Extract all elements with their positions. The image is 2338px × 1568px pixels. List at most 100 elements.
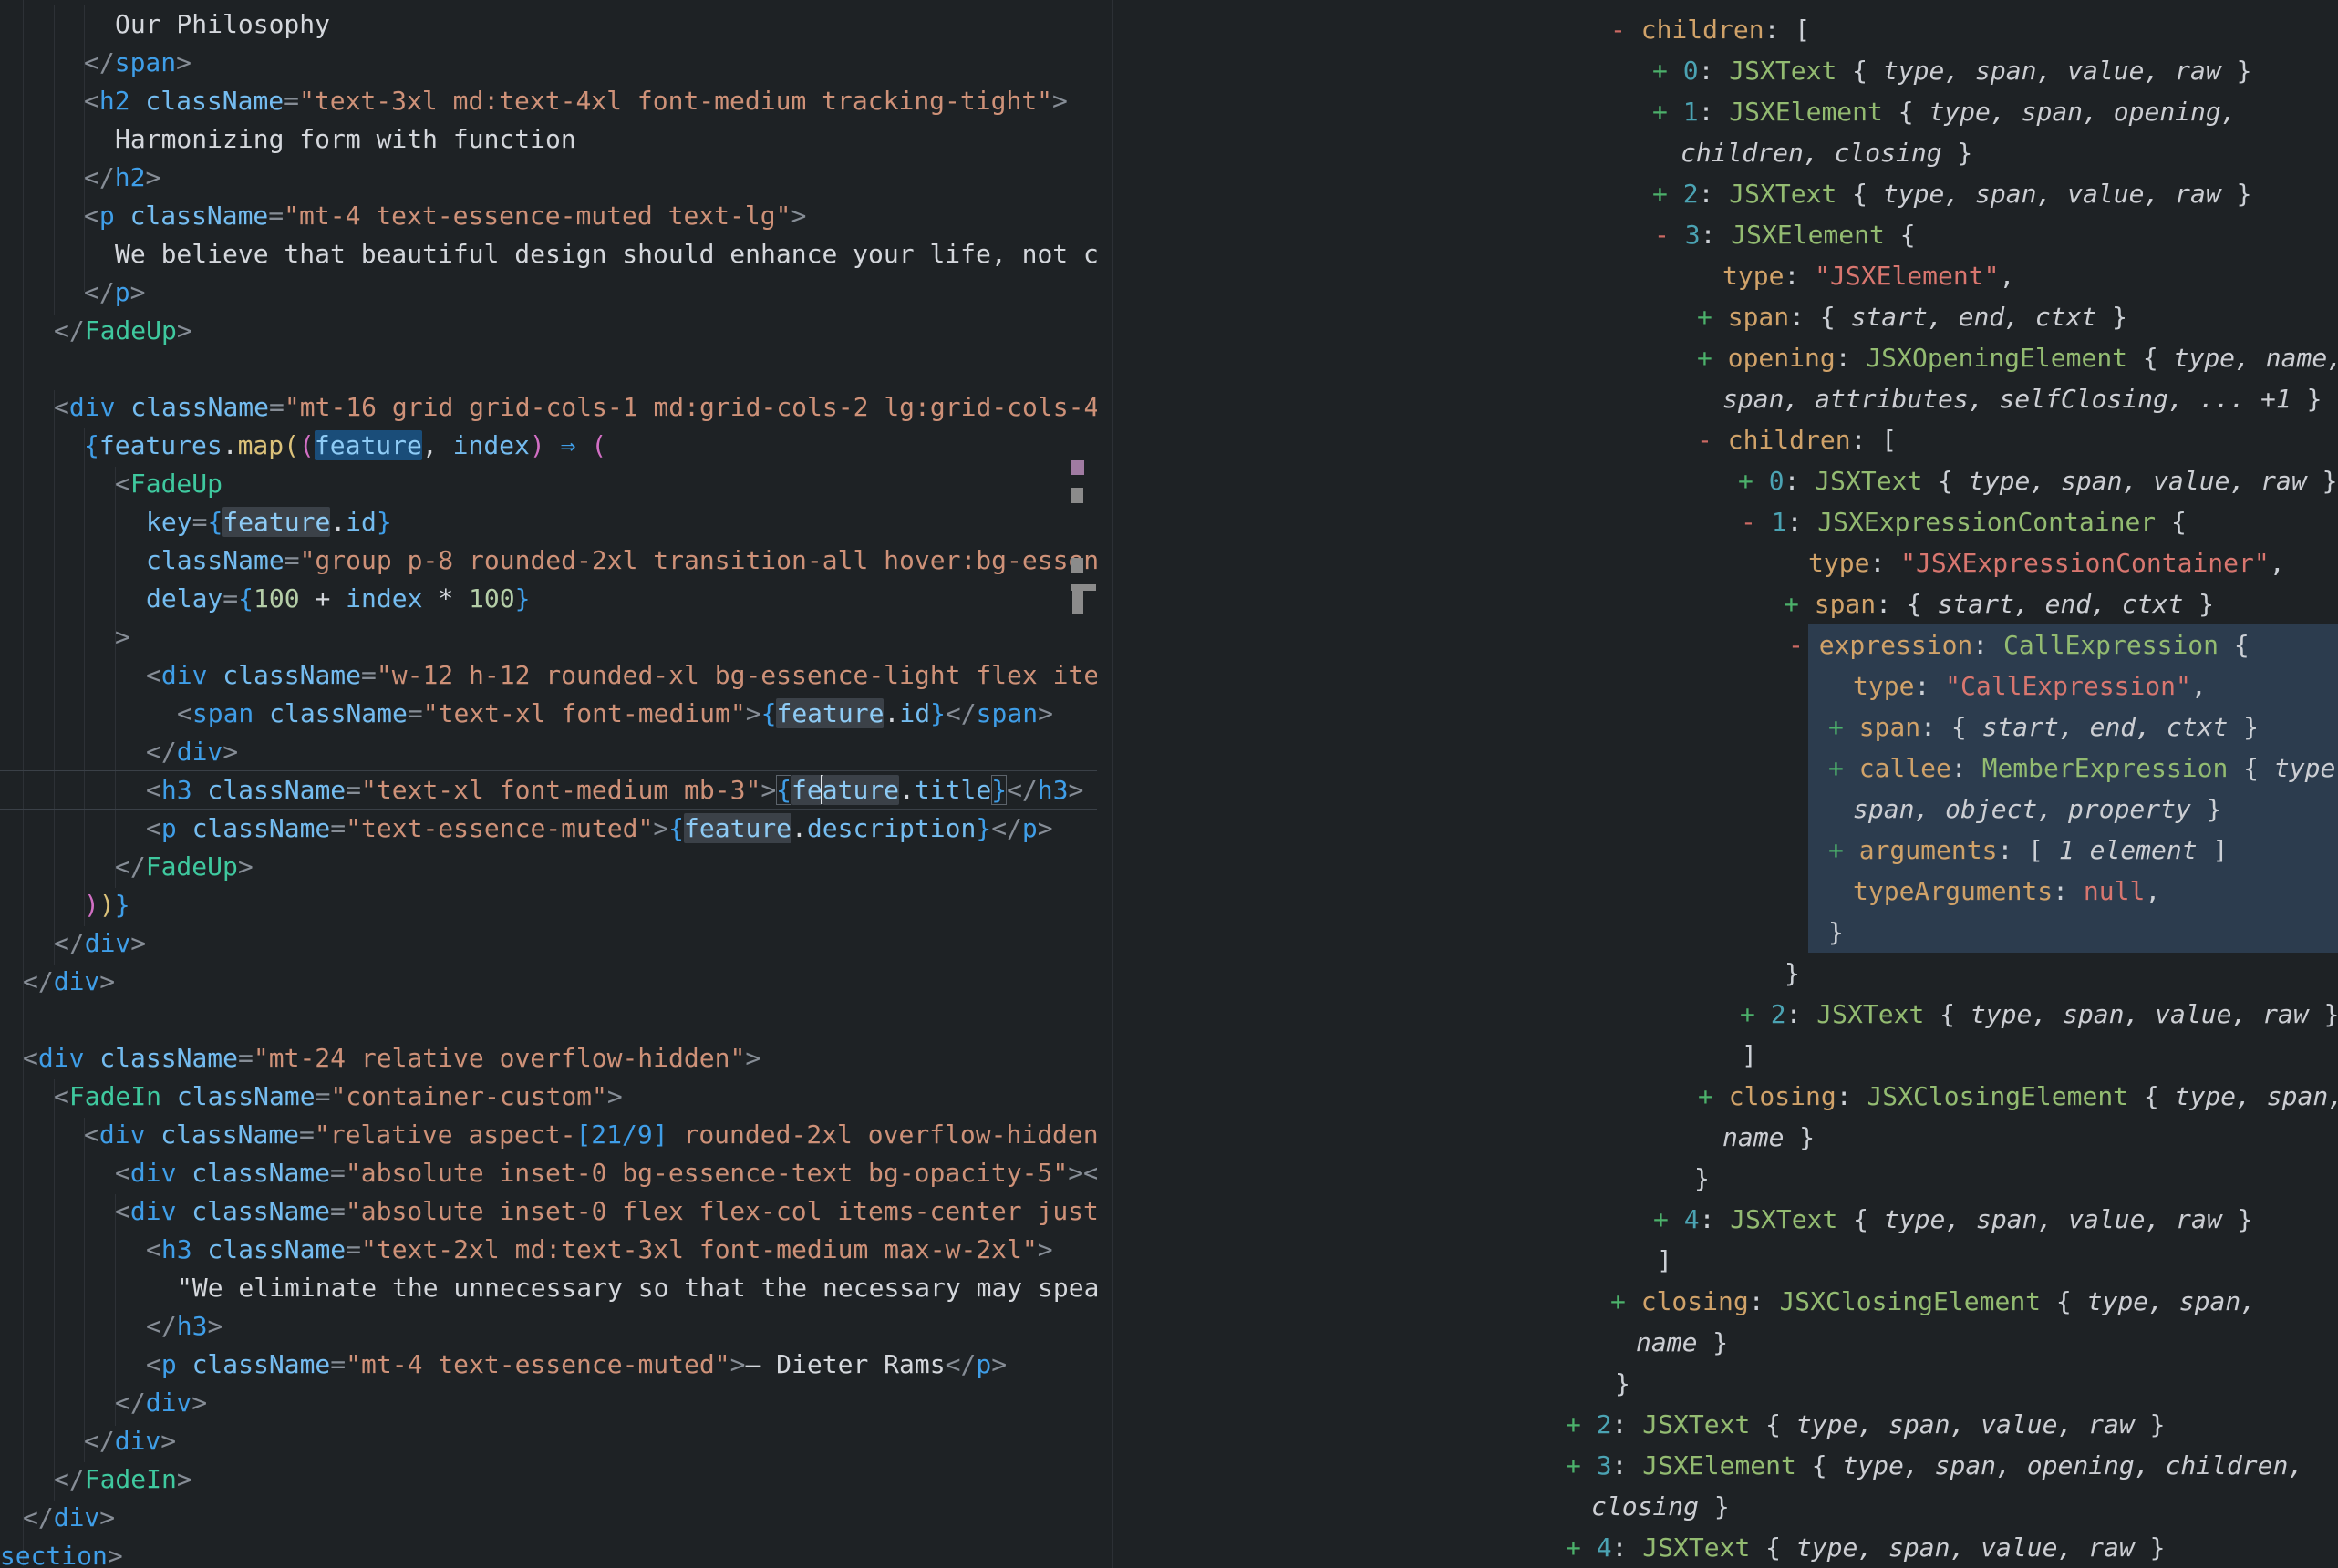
ast-row[interactable]: type: "JSXElement", [1722,255,2014,296]
code-token-pun: > [1038,698,1053,728]
code-line[interactable]: "We eliminate the unnecessary so that th… [177,1269,1097,1307]
ast-row[interactable]: + opening: JSXOpeningElement { type, nam… [1697,337,2338,378]
code-line[interactable]: </div> [23,1499,115,1537]
ast-row[interactable]: - children: [ [1697,419,1897,460]
code-token-attr: className [207,660,361,690]
code-token-id: id [899,698,930,728]
ast-row-highlighted[interactable]: + callee: MemberExpression { type, [1828,748,2338,789]
ast-row[interactable]: + 4: JSXText { type, span, value, raw } [1566,1527,2165,1568]
ast-row[interactable]: } [1785,953,1800,994]
ast-row[interactable]: + 0: JSXText { type, span, value, raw } [1738,460,2337,501]
code-line[interactable]: </div> [115,1384,207,1422]
ast-row-highlighted[interactable]: type: "CallExpression", [1853,665,2207,707]
ast-token-key: expression [1819,630,1973,660]
code-line[interactable]: <div className="relative aspect-[21/9] r… [84,1116,1097,1154]
code-line[interactable]: </FadeUp> [54,312,192,350]
code-line[interactable]: </FadeIn> [54,1460,192,1499]
ast-row[interactable]: + 2: JSXText { type, span, value, raw } [1652,173,2251,214]
code-line[interactable]: </span> [84,44,191,82]
code-line[interactable]: key={feature.id} [146,503,392,542]
code-token-br: } [115,890,130,920]
ast-row[interactable]: name } [1722,1117,1815,1158]
ast-row[interactable]: + span: { start, end, ctxt } [1697,296,2127,337]
ast-row[interactable]: ] [1742,1035,1757,1076]
code-line-current[interactable]: <h3 className="text-xl font-medium mb-3"… [146,771,1083,810]
code-line[interactable]: </div> [23,963,115,1001]
ast-row[interactable]: + span: { start, end, ctxt } [1784,583,2214,624]
code-line[interactable]: </div> [146,733,238,771]
ast-row[interactable]: name } [1636,1322,1728,1363]
code-line[interactable]: <FadeUp [115,465,222,503]
code-line[interactable]: {features.map((feature, index) ⇒ ( [84,427,606,465]
code-token-tag: span [115,47,176,77]
code-line[interactable]: delay={100 + index * 100} [146,580,530,618]
code-line[interactable]: </p> [84,273,145,312]
code-line[interactable]: </div> [54,924,146,963]
code-line[interactable]: <div className="w-12 h-12 rounded-xl bg-… [146,656,1097,695]
ast-row-highlighted[interactable]: typeArguments: null, [1853,871,2160,912]
code-line[interactable]: Our Philosophy [115,5,330,44]
code-line[interactable]: </div> [84,1422,176,1460]
code-line[interactable]: <h2 className="text-3xl md:text-4xl font… [84,82,1068,120]
code-line[interactable]: We believe that beautiful design should … [115,235,1097,273]
ast-token-node: JSXElement [1642,1450,1796,1480]
code-token-txt: + [300,583,347,614]
code-line[interactable]: </h3> [146,1307,222,1346]
ast-row[interactable]: + closing: JSXClosingElement { type, spa… [1610,1281,2256,1322]
ast-token-mp: + [1828,753,1859,783]
ast-row[interactable]: + 1: JSXElement { type, span, opening, [1652,91,2237,132]
ast-row-highlighted[interactable]: + arguments: [ 1 element ] [1828,830,2228,871]
ast-row[interactable]: + 3: JSXElement { type, span, opening, c… [1566,1445,2303,1486]
code-line[interactable]: <div className="mt-24 relative overflow-… [23,1039,760,1078]
ast-row[interactable]: + 4: JSXText { type, span, value, raw } [1653,1199,2252,1240]
code-line[interactable]: <p className="mt-4 text-essence-muted">—… [146,1346,1007,1384]
ast-row[interactable]: } [1694,1158,1710,1199]
code-line[interactable]: <section> [0,1537,123,1568]
code-editor-pane[interactable]: Our Philosophy</span><h2 className="text… [0,0,1112,1568]
ast-row[interactable]: children, closing } [1681,132,1972,173]
ast-row[interactable]: - 3: JSXElement { [1654,214,1916,255]
code-line[interactable]: Harmonizing form with function [115,120,576,159]
code-line[interactable]: </FadeUp> [115,848,253,886]
ast-row[interactable]: span, attributes, selfClosing, ... +1 } [1722,378,2322,419]
code-lines-container[interactable]: Our Philosophy</span><h2 className="text… [0,0,1097,1568]
ast-row[interactable]: - children: [ [1610,9,1810,50]
code-token-pun: < [115,1158,130,1188]
code-line[interactable]: className="group p-8 rounded-2xl transit… [146,542,1097,580]
code-line[interactable]: ))} [84,886,130,924]
code-token-whl: ature [822,775,899,805]
ast-row-highlighted[interactable]: span, object, property } [1853,789,2222,830]
code-token-pun: > [177,1464,192,1494]
ast-row[interactable]: + 2: JSXText { type, span, value, raw } [1740,994,2338,1035]
ast-row[interactable]: } [1615,1363,1630,1404]
ast-row[interactable]: + closing: JSXClosingElement { type, spa… [1698,1076,2338,1117]
code-token-pun: > [1052,86,1068,116]
ast-row-highlighted[interactable]: + span: { start, end, ctxt } [1828,707,2259,748]
ast-row-highlighted[interactable]: - expression: CallExpression { [1788,624,2250,665]
ast-row[interactable]: + 2: JSXText { type, span, value, raw } [1566,1404,2165,1445]
ast-tree-pane[interactable]: - children: [+ 0: JSXText { type, span, … [1113,0,2338,1568]
code-token-str: "relative aspect- [315,1119,576,1150]
code-line[interactable]: > [115,618,130,656]
code-line[interactable]: <h3 className="text-2xl md:text-3xl font… [146,1231,1053,1269]
code-line[interactable]: </h2> [84,159,160,197]
ast-token-pn: { [1750,1409,1796,1439]
ast-row-highlighted[interactable]: } [1828,912,1844,953]
ast-row[interactable]: closing } [1591,1486,1730,1527]
code-line[interactable]: <div className="absolute inset-0 flex fl… [115,1192,1097,1231]
code-token-tag: div [54,1502,100,1532]
code-line[interactable]: <div className="absolute inset-0 bg-esse… [115,1154,1097,1192]
code-token-pun: </ [23,1502,54,1532]
ast-token-pn: : [1699,56,1730,86]
ast-row[interactable]: + 0: JSXText { type, span, value, raw } [1652,50,2251,91]
ast-row[interactable]: type: "JSXExpressionContainer", [1808,542,2285,583]
code-line[interactable]: <p className="text-essence-muted">{featu… [146,810,1053,848]
code-line[interactable]: <p className="mt-4 text-essence-muted te… [84,197,806,235]
ast-row[interactable]: ] [1657,1240,1672,1281]
code-line[interactable]: <FadeIn className="container-custom"> [54,1078,623,1116]
ast-token-pn: { [1836,179,1883,209]
ast-row[interactable]: - 1: JSXExpressionContainer { [1741,501,2187,542]
code-token-str: "mt-24 relative overflow-hidden" [253,1043,745,1073]
code-line[interactable]: <div className="mt-16 grid grid-cols-1 m… [54,388,1097,427]
code-line[interactable]: <span className="text-xl font-medium">{f… [177,695,1053,733]
